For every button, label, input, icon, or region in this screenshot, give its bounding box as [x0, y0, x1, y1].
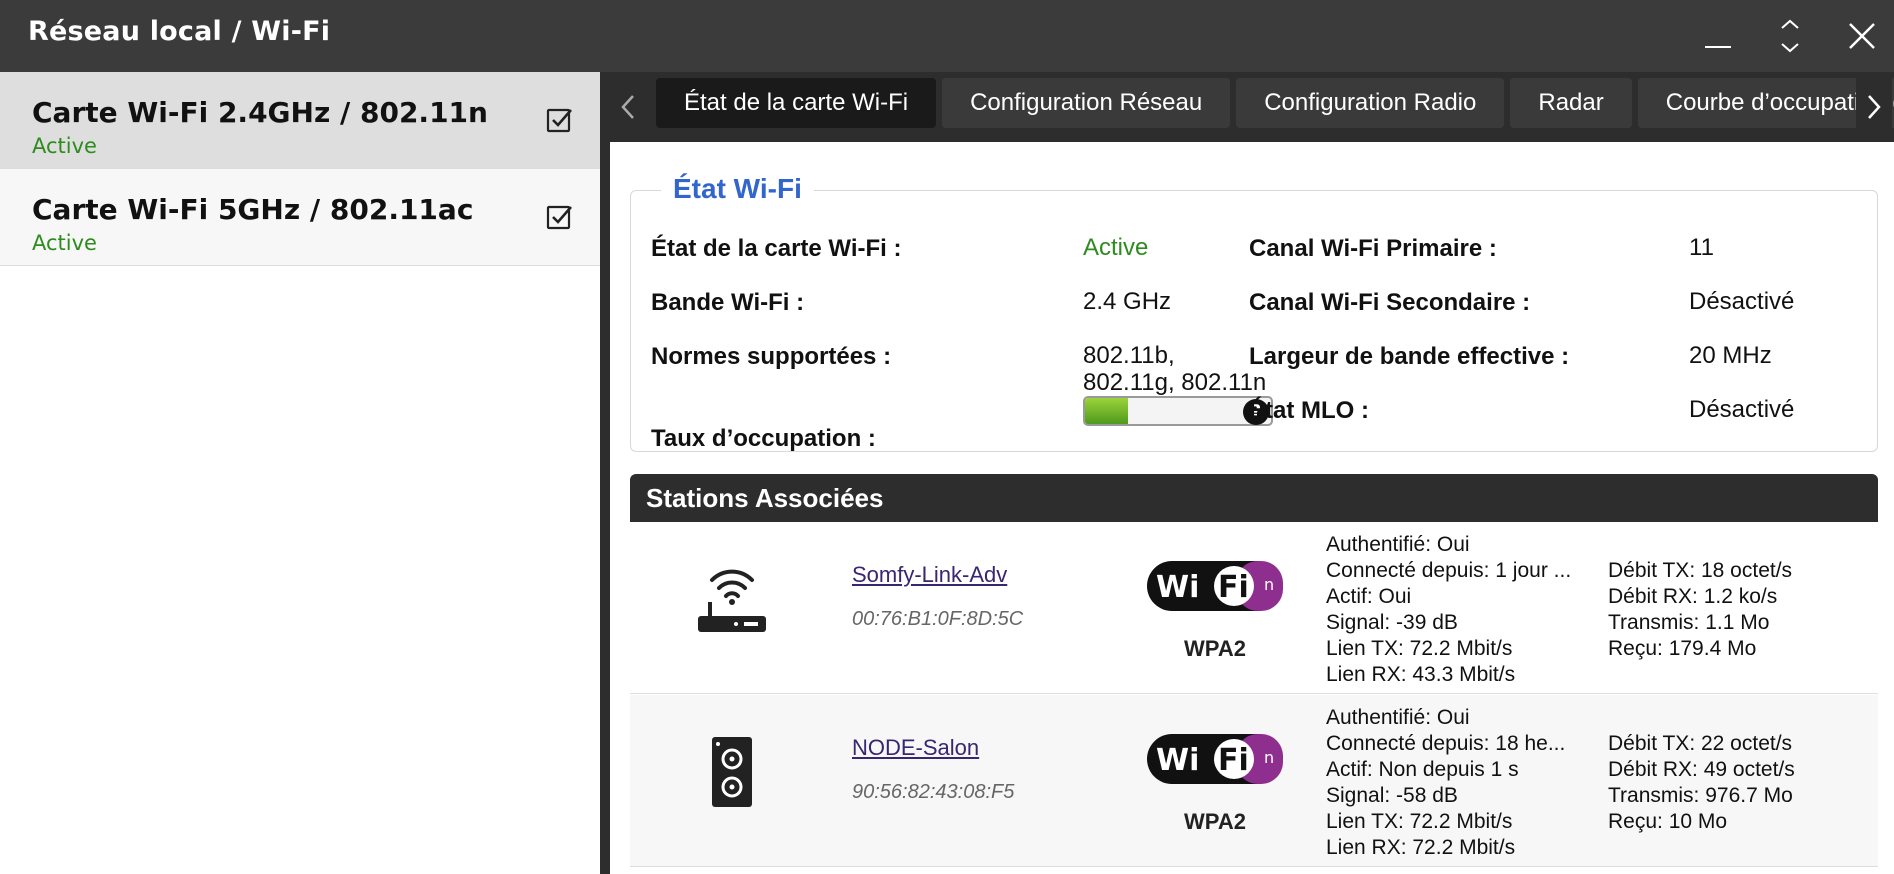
svg-text:n: n: [1264, 748, 1274, 767]
station-name-link[interactable]: Somfy-Link-Adv: [852, 562, 1007, 588]
tab-configuration-radio[interactable]: Configuration Radio: [1236, 78, 1505, 128]
card-list: Carte Wi-Fi 2.4GHz / 802.11n Active Cart…: [0, 72, 600, 874]
card-item-5ghz[interactable]: Carte Wi-Fi 5GHz / 802.11ac Active: [0, 169, 600, 266]
station-stats-right: Débit TX: 22 octet/s Débit RX: 49 octet/…: [1608, 731, 1868, 835]
station-connected: Connecté depuis: 1 jour ...: [1326, 559, 1572, 582]
checkbox-checked-icon[interactable]: [546, 203, 574, 231]
station-signal: Signal: -39 dB: [1326, 611, 1458, 634]
canal-primaire-label: Canal Wi-Fi Primaire :: [1249, 235, 1497, 262]
station-mac: 90:56:82:43:08:F5: [852, 781, 1015, 803]
wifi-n-logo-icon: Wi Fi n: [1147, 561, 1283, 611]
tab-radar[interactable]: Radar: [1510, 78, 1632, 128]
expand-icon: [1781, 19, 1799, 53]
station-transmis: Transmis: 976.7 Mo: [1608, 784, 1793, 807]
minimize-icon: [1705, 46, 1731, 48]
canal-secondaire-label: Canal Wi-Fi Secondaire :: [1249, 289, 1531, 316]
station-link-rx: Lien RX: 72.2 Mbit/s: [1326, 836, 1516, 859]
station-stats-right: Débit TX: 18 octet/s Débit RX: 1.2 ko/s …: [1608, 558, 1868, 662]
station-recu: Reçu: 179.4 Mo: [1608, 637, 1757, 660]
chevron-right-icon: [1868, 95, 1881, 119]
station-stats-left: Authentifié: Oui Connecté depuis: 1 jour…: [1326, 532, 1596, 688]
station-debit-tx: Débit TX: 18 octet/s: [1608, 559, 1793, 582]
station-mac: 00:76:B1:0F:8D:5C: [852, 608, 1024, 630]
etat-carte-label: État de la carte Wi-Fi :: [651, 235, 902, 262]
card-status: Active: [32, 231, 97, 255]
svg-text:n: n: [1264, 575, 1274, 594]
bande-value: 2.4 GHz: [1083, 288, 1172, 315]
router-icon: [698, 569, 766, 632]
svg-text:Wi: Wi: [1156, 743, 1199, 778]
tab-bar: État de la carte Wi-Fi Configuration Rés…: [610, 72, 1894, 142]
etat-carte-value: Active: [1083, 234, 1149, 261]
canal-secondaire-value: Désactivé: [1689, 288, 1795, 315]
section-title: État Wi-Fi: [661, 173, 814, 205]
bande-label: Bande Wi-Fi :: [651, 289, 805, 316]
station-link-rx: Lien RX: 43.3 Mbit/s: [1326, 663, 1516, 686]
station-row: Somfy-Link-Adv 00:76:B1:0F:8D:5C Wi Fi n…: [630, 522, 1878, 694]
station-link-tx: Lien TX: 72.2 Mbit/s: [1326, 810, 1513, 833]
mlo-label: État MLO :: [1249, 397, 1369, 424]
station-link-tx: Lien TX: 72.2 Mbit/s: [1326, 637, 1513, 660]
maximize-button[interactable]: [1766, 12, 1814, 60]
checkbox-checked-icon[interactable]: [546, 106, 574, 134]
taux-label: Taux d’occupation :: [651, 425, 876, 452]
station-security: WPA2: [1184, 809, 1246, 834]
tabs-scroll-right-button[interactable]: [1856, 72, 1892, 142]
speaker-icon: [712, 737, 752, 807]
tabs: État de la carte Wi-Fi Configuration Rés…: [656, 78, 1894, 128]
station-active: Actif: Oui: [1326, 585, 1412, 608]
title-bar: Réseau local / Wi-Fi: [0, 0, 1894, 72]
card-name: Carte Wi-Fi 5GHz / 802.11ac: [32, 193, 474, 226]
tabs-scroll-left-button[interactable]: [610, 72, 646, 142]
card-name: Carte Wi-Fi 2.4GHz / 802.11n: [32, 96, 488, 129]
close-button[interactable]: [1838, 12, 1886, 60]
mlo-value: Désactivé: [1689, 396, 1795, 423]
station-row: NODE-Salon 90:56:82:43:08:F5 Wi Fi n WPA…: [630, 695, 1878, 867]
details-panel: État de la carte Wi-Fi Configuration Rés…: [610, 72, 1894, 874]
station-recu: Reçu: 10 Mo: [1608, 810, 1728, 833]
station-name-link[interactable]: NODE-Salon: [852, 735, 979, 761]
station-auth: Authentifié: Oui: [1326, 533, 1470, 556]
station-stats-left: Authentifié: Oui Connecté depuis: 18 he.…: [1326, 705, 1596, 861]
station-debit-rx: Débit RX: 1.2 ko/s: [1608, 585, 1778, 608]
wifi-n-logo-icon: Wi Fi n: [1147, 734, 1283, 784]
window-title: Réseau local / Wi-Fi: [28, 16, 331, 47]
largeur-value: 20 MHz: [1689, 342, 1772, 369]
normes-value-line2: 802.11g, 802.11n: [1083, 369, 1267, 396]
normes-label: Normes supportées :: [651, 343, 892, 370]
station-security: WPA2: [1184, 636, 1246, 661]
card-status: Active: [32, 134, 97, 158]
tab-etat-carte[interactable]: État de la carte Wi-Fi: [656, 78, 937, 128]
station-transmis: Transmis: 1.1 Mo: [1608, 611, 1770, 634]
station-active: Actif: Non depuis 1 s: [1326, 758, 1519, 781]
stations-header: Stations Associées: [630, 474, 1878, 522]
card-item-2-4ghz[interactable]: Carte Wi-Fi 2.4GHz / 802.11n Active: [0, 72, 600, 169]
svg-text:Fi: Fi: [1218, 570, 1249, 605]
canal-primaire-value: 11: [1689, 234, 1714, 261]
svg-text:Wi: Wi: [1156, 570, 1199, 605]
panel-splitter[interactable]: [600, 72, 610, 874]
tab-configuration-reseau[interactable]: Configuration Réseau: [942, 78, 1231, 128]
etat-wifi-section: État Wi-Fi État de la carte Wi-Fi : Acti…: [630, 173, 1878, 452]
station-auth: Authentifié: Oui: [1326, 706, 1470, 729]
stations-title: Stations Associées: [646, 483, 884, 513]
svg-text:Fi: Fi: [1218, 743, 1249, 778]
station-debit-rx: Débit RX: 49 octet/s: [1608, 758, 1795, 781]
close-icon: [1849, 23, 1875, 49]
occupation-progress-fill: [1085, 398, 1128, 424]
largeur-label: Largeur de bande effective :: [1249, 343, 1570, 370]
station-debit-tx: Débit TX: 22 octet/s: [1608, 732, 1793, 755]
chevron-left-icon: [621, 95, 634, 119]
minimize-button[interactable]: [1694, 12, 1742, 60]
station-signal: Signal: -58 dB: [1326, 784, 1458, 807]
normes-value-line1: 802.11b,: [1083, 342, 1175, 369]
station-connected: Connecté depuis: 18 he...: [1326, 732, 1566, 755]
